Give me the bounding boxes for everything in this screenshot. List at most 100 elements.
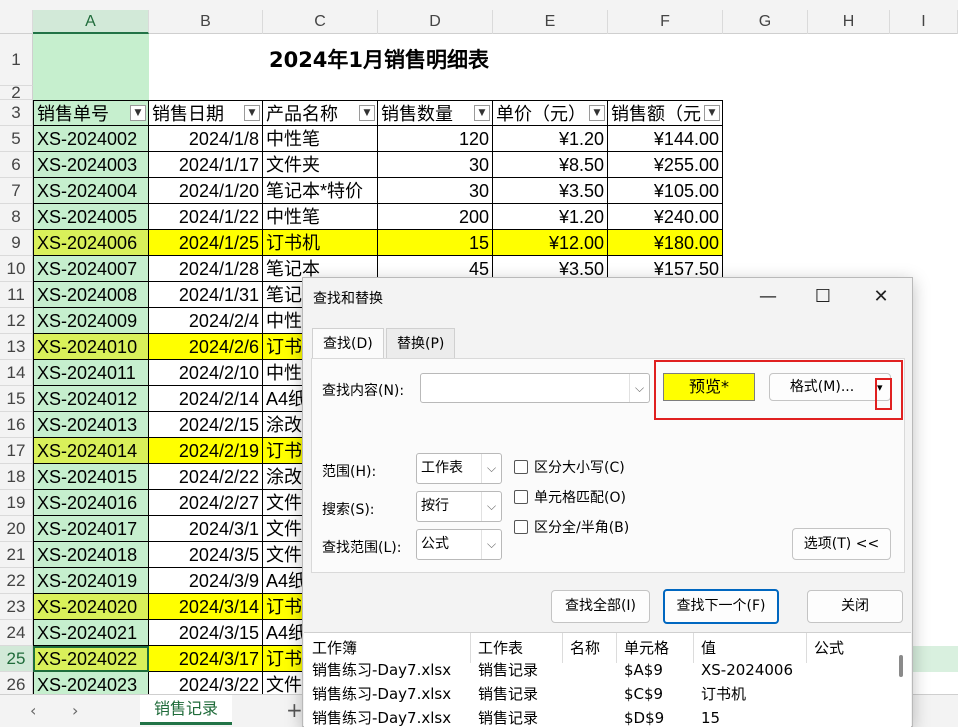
chevron-down-icon[interactable]: ⌵ — [481, 530, 501, 559]
table-cell[interactable]: XS-2024014 — [33, 438, 149, 464]
row-header-25[interactable]: 25 — [0, 646, 33, 672]
results-column-header[interactable]: 值 — [701, 637, 716, 659]
table-cell[interactable]: 中性笔 — [263, 126, 378, 152]
search-order-select[interactable]: 按行 ⌵ — [416, 491, 502, 522]
table-cell[interactable]: XS-2024009 — [33, 308, 149, 334]
minimize-icon[interactable]: — — [748, 282, 788, 312]
results-column-header[interactable]: 工作表 — [478, 637, 523, 659]
table-cell[interactable]: XS-2024012 — [33, 386, 149, 412]
table-cell[interactable]: 30 — [378, 178, 493, 204]
table-cell[interactable]: 2024/1/20 — [149, 178, 263, 204]
row-header-13[interactable]: 13 — [0, 334, 33, 360]
row-header-1[interactable]: 1 — [0, 34, 33, 86]
table-cell[interactable]: XS-2024013 — [33, 412, 149, 438]
find-next-button[interactable]: 查找下一个(F) — [663, 589, 779, 624]
table-cell[interactable]: 2024/2/14 — [149, 386, 263, 412]
next-sheet-icon[interactable]: › — [72, 701, 78, 720]
close-button[interactable]: 关闭 — [807, 590, 903, 623]
table-cell[interactable]: 订书机 — [263, 230, 378, 256]
table-cell[interactable]: XS-2024008 — [33, 282, 149, 308]
table-cell[interactable]: 30 — [378, 152, 493, 178]
table-cell[interactable]: ¥240.00 — [608, 204, 723, 230]
column-header-g[interactable]: G — [723, 10, 808, 34]
column-header-b[interactable]: B — [149, 10, 263, 34]
table-cell[interactable]: 2024/1/31 — [149, 282, 263, 308]
row-header-20[interactable]: 20 — [0, 516, 33, 542]
table-cell[interactable]: 2024/2/27 — [149, 490, 263, 516]
prev-sheet-icon[interactable]: ‹ — [30, 701, 36, 720]
table-cell[interactable]: XS-2024007 — [33, 256, 149, 282]
table-cell[interactable]: 笔记本*特价 — [263, 178, 378, 204]
table-cell[interactable]: 2024/2/4 — [149, 308, 263, 334]
results-scrollbar[interactable] — [899, 655, 903, 677]
table-cell[interactable]: 2024/2/19 — [149, 438, 263, 464]
table-cell[interactable]: 2024/1/25 — [149, 230, 263, 256]
table-cell[interactable]: XS-2024017 — [33, 516, 149, 542]
table-cell[interactable]: XS-2024002 — [33, 126, 149, 152]
filter-dropdown-icon[interactable]: ▼ — [130, 105, 146, 121]
results-cell[interactable]: $A$9 — [624, 659, 663, 681]
column-header-d[interactable]: D — [378, 10, 493, 34]
row-header-22[interactable]: 22 — [0, 568, 33, 594]
table-cell[interactable]: 2024/3/9 — [149, 568, 263, 594]
row-header-12[interactable]: 12 — [0, 308, 33, 334]
close-icon[interactable]: ✕ — [861, 282, 901, 312]
table-cell[interactable]: 2024/3/5 — [149, 542, 263, 568]
results-cell[interactable]: 销售记录 — [478, 683, 538, 705]
row-header-19[interactable]: 19 — [0, 490, 33, 516]
table-cell[interactable]: XS-2024003 — [33, 152, 149, 178]
row-header-23[interactable]: 23 — [0, 594, 33, 620]
column-header-i[interactable]: I — [890, 10, 958, 34]
results-cell[interactable]: 销售记录 — [478, 659, 538, 681]
lookin-select[interactable]: 公式 ⌵ — [416, 529, 502, 560]
row-header-8[interactable]: 8 — [0, 204, 33, 230]
filter-dropdown-icon[interactable]: ▼ — [704, 105, 720, 121]
table-cell[interactable]: XS-2024019 — [33, 568, 149, 594]
row-header-10[interactable]: 10 — [0, 256, 33, 282]
add-sheet-icon[interactable]: + — [286, 698, 303, 722]
table-cell[interactable]: XS-2024006 — [33, 230, 149, 256]
filter-dropdown-icon[interactable]: ▼ — [589, 105, 605, 121]
find-all-button[interactable]: 查找全部(I) — [551, 590, 650, 623]
table-cell[interactable]: ¥144.00 — [608, 126, 723, 152]
row-header-5[interactable]: 5 — [0, 126, 33, 152]
column-header-c[interactable]: C — [263, 10, 378, 34]
table-cell[interactable]: 15 — [378, 230, 493, 256]
results-cell[interactable]: 15 — [701, 707, 720, 727]
table-cell[interactable]: ¥1.20 — [493, 126, 608, 152]
row-header-2[interactable]: 2 — [0, 84, 33, 101]
tab-replace[interactable]: 替换(P) — [386, 328, 456, 358]
column-header-h[interactable]: H — [808, 10, 890, 34]
table-cell[interactable]: XS-2024018 — [33, 542, 149, 568]
table-cell[interactable]: 2024/2/22 — [149, 464, 263, 490]
results-column-header[interactable]: 名称 — [570, 637, 600, 659]
column-header-a[interactable]: A — [33, 10, 149, 34]
table-cell[interactable]: 2024/2/6 — [149, 334, 263, 360]
table-cell[interactable]: ¥8.50 — [493, 152, 608, 178]
find-what-input[interactable]: ⌵ — [420, 373, 650, 403]
table-cell[interactable]: 2024/2/10 — [149, 360, 263, 386]
results-cell[interactable]: $C$9 — [624, 683, 663, 705]
chevron-down-icon[interactable]: ⌵ — [481, 454, 501, 483]
table-cell[interactable]: 2024/3/14 — [149, 594, 263, 620]
table-cell[interactable]: 2024/1/8 — [149, 126, 263, 152]
table-cell[interactable]: ¥12.00 — [493, 230, 608, 256]
row-header-24[interactable]: 24 — [0, 620, 33, 646]
table-cell[interactable]: XS-2024015 — [33, 464, 149, 490]
table-cell[interactable]: 2024/3/1 — [149, 516, 263, 542]
table-cell[interactable]: XS-2024010 — [33, 334, 149, 360]
table-cell[interactable]: 2024/1/28 — [149, 256, 263, 282]
tab-find[interactable]: 查找(D) — [312, 328, 384, 358]
row-header-9[interactable]: 9 — [0, 230, 33, 256]
table-cell[interactable]: ¥180.00 — [608, 230, 723, 256]
table-cell[interactable]: 2024/1/17 — [149, 152, 263, 178]
table-cell[interactable]: ¥1.20 — [493, 204, 608, 230]
maximize-icon[interactable]: ☐ — [803, 282, 843, 312]
table-cell[interactable]: XS-2024005 — [33, 204, 149, 230]
results-column-header[interactable]: 公式 — [814, 637, 844, 659]
table-cell[interactable]: XS-2024021 — [33, 620, 149, 646]
results-column-header[interactable]: 单元格 — [624, 637, 669, 659]
table-cell[interactable]: XS-2024004 — [33, 178, 149, 204]
row-header-15[interactable]: 15 — [0, 386, 33, 412]
row-header-18[interactable]: 18 — [0, 464, 33, 490]
